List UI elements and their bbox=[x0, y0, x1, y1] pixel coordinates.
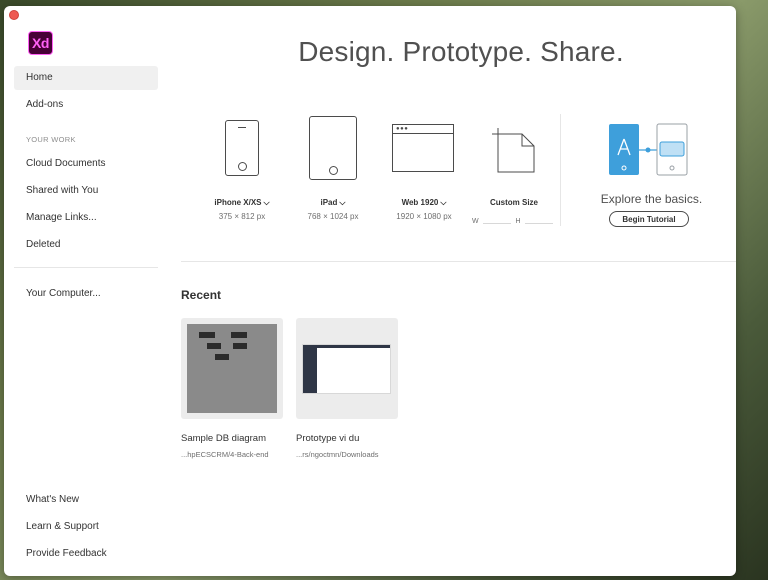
preset-custom-name: Custom Size bbox=[489, 198, 538, 207]
preset-web-dims: 1920 × 1080 px bbox=[396, 212, 452, 221]
browser-icon[interactable]: ●●● bbox=[392, 124, 454, 172]
sidebar-item-learn-support[interactable]: Learn & Support bbox=[14, 515, 158, 539]
recent-title-text: Prototype vi du bbox=[296, 433, 360, 444]
browser-toolbar-line bbox=[393, 133, 453, 134]
recent-thumbnail[interactable] bbox=[181, 318, 283, 419]
width-label: W bbox=[472, 218, 479, 225]
xd-logo: Xd bbox=[28, 31, 53, 55]
recent-title-text: Sample DB diagram bbox=[181, 433, 267, 444]
preset-web[interactable]: Web 1920 ⌵ 1920 × 1080 px bbox=[380, 194, 468, 221]
explore-text: Explore the basics. bbox=[600, 192, 703, 206]
height-input[interactable] bbox=[525, 213, 554, 225]
preset-ipad-dims: 768 × 1024 px bbox=[307, 212, 359, 221]
section-label-your-work: YOUR WORK bbox=[26, 135, 76, 144]
preset-iphone-dims: 375 × 812 px bbox=[218, 212, 266, 221]
sidebar-item-cloud-documents[interactable]: Cloud Documents bbox=[14, 152, 158, 176]
recent-heading: Recent bbox=[181, 288, 222, 302]
close-window-button[interactable] bbox=[9, 10, 19, 20]
recent-path-text: ...hpECSCRM/4-Back-end bbox=[181, 450, 269, 459]
begin-tutorial-button[interactable]: Begin Tutorial bbox=[609, 211, 689, 227]
prototype-illustration-icon bbox=[609, 123, 688, 176]
sidebar: Home Add-ons YOUR WORK Cloud Documents S… bbox=[14, 66, 158, 309]
sidebar-item-add-ons[interactable]: Add-ons bbox=[14, 93, 158, 117]
tablet-icon[interactable] bbox=[309, 116, 357, 180]
welcome-window: Xd Home Add-ons YOUR WORK Cloud Document… bbox=[4, 6, 736, 576]
sidebar-item-home[interactable]: Home bbox=[14, 66, 158, 90]
sidebar-item-deleted[interactable]: Deleted bbox=[14, 233, 158, 257]
sidebar-item-provide-feedback[interactable]: Provide Feedback bbox=[14, 542, 158, 566]
window-dots-icon: ●●● bbox=[396, 126, 409, 132]
preset-ipad-name: iPad bbox=[320, 198, 338, 207]
page-headline: Design. Prototype. Share. bbox=[298, 36, 624, 67]
sidebar-item-your-computer[interactable]: Your Computer... bbox=[14, 282, 158, 306]
preset-web-name: Web 1920 bbox=[401, 198, 439, 207]
preset-iphone-name: iPhone X/XS bbox=[214, 198, 262, 207]
chevron-down-icon[interactable]: ⌵ bbox=[440, 198, 446, 208]
height-label: H bbox=[515, 218, 521, 225]
phone-icon[interactable] bbox=[225, 120, 259, 176]
sidebar-bottom: What's New Learn & Support Provide Feedb… bbox=[14, 488, 158, 569]
preset-ipad[interactable]: iPad ⌵ 768 × 1024 px bbox=[293, 194, 373, 221]
recent-path-text: ...rs/ngoctmn/Downloads bbox=[296, 450, 379, 459]
sidebar-item-whats-new[interactable]: What's New bbox=[14, 488, 158, 512]
recent-card-sample-db[interactable]: Sample DB diagram ...hpECSCRM/4-Back-end bbox=[181, 318, 283, 459]
chevron-down-icon[interactable]: ⌵ bbox=[339, 198, 345, 208]
recent-thumbnail[interactable] bbox=[296, 318, 398, 419]
vertical-divider bbox=[560, 114, 561, 226]
horizontal-divider bbox=[181, 261, 736, 262]
chevron-down-icon[interactable]: ⌵ bbox=[264, 198, 270, 208]
custom-size-icon[interactable] bbox=[490, 128, 536, 174]
preset-iphone[interactable]: iPhone X/XS ⌵ 375 × 812 px bbox=[200, 194, 284, 221]
sidebar-divider bbox=[14, 267, 158, 268]
preset-custom: Custom Size W H bbox=[472, 194, 556, 228]
width-input[interactable] bbox=[483, 213, 512, 225]
sidebar-item-shared-with-you[interactable]: Shared with You bbox=[14, 179, 158, 203]
recent-card-prototype[interactable]: Prototype vi du ...rs/ngoctmn/Downloads bbox=[296, 318, 398, 459]
sidebar-item-manage-links[interactable]: Manage Links... bbox=[14, 206, 158, 230]
